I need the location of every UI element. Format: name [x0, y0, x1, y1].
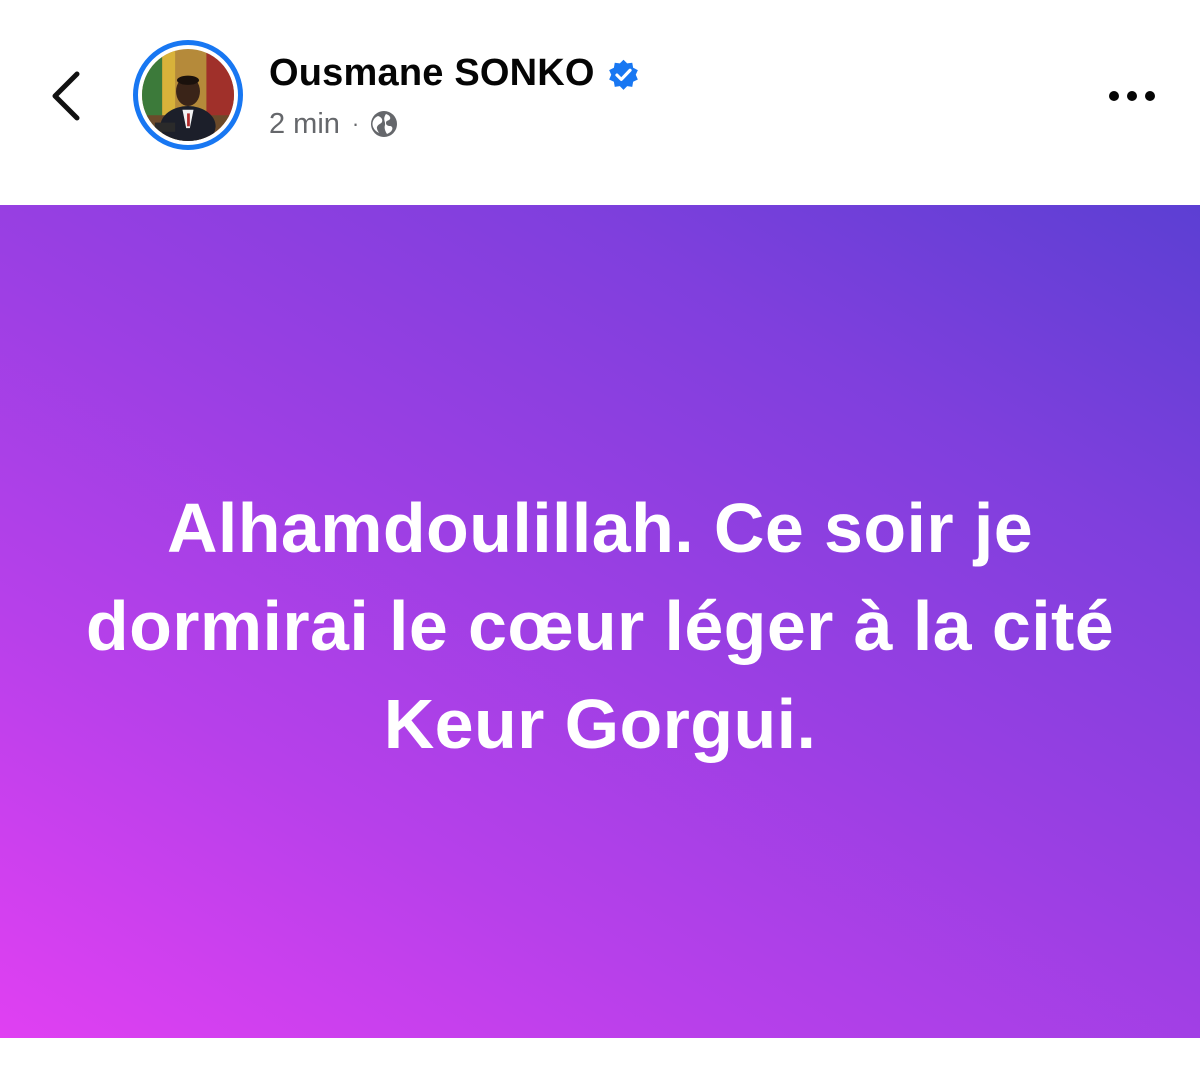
post-view: Ousmane SONKO 2 min · Alhamdoulillah. Ce… [0, 0, 1200, 1074]
more-horizontal-icon-dot-2 [1127, 91, 1137, 101]
post-background-card: Alhamdoulillah. Ce soir je dormirai le c… [0, 205, 1200, 1038]
avatar[interactable] [133, 40, 243, 150]
post-meta: 2 min · [269, 104, 399, 144]
back-button[interactable] [36, 58, 96, 134]
chevron-left-icon [52, 71, 80, 121]
post-time[interactable]: 2 min [269, 108, 340, 141]
post-actions-strip [0, 1038, 1200, 1074]
post-header: Ousmane SONKO 2 min · [0, 0, 1200, 205]
more-horizontal-icon-dot-3 [1145, 91, 1155, 101]
more-options-button[interactable] [1095, 74, 1169, 118]
verified-badge-icon [606, 58, 641, 93]
more-horizontal-icon-dot-1 [1109, 91, 1119, 101]
author-name[interactable]: Ousmane SONKO [269, 52, 595, 95]
profile-photo [142, 49, 234, 141]
globe-icon [369, 109, 399, 139]
meta-separator: · [351, 111, 360, 136]
post-text: Alhamdoulillah. Ce soir je dormirai le c… [85, 488, 1115, 763]
